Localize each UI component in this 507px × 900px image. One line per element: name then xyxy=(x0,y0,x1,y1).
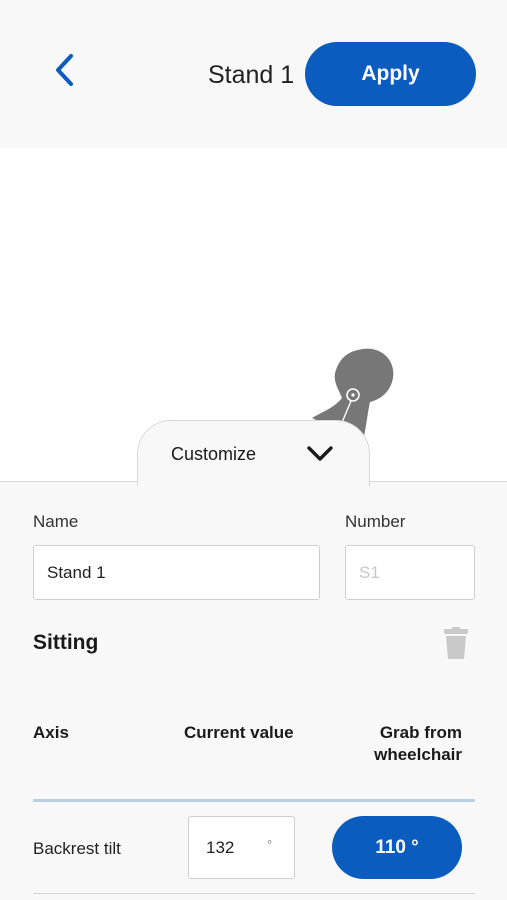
apply-button[interactable]: Apply xyxy=(305,42,476,106)
number-label: Number xyxy=(345,512,406,531)
current-value-input[interactable] xyxy=(189,817,259,878)
name-field[interactable] xyxy=(33,545,320,600)
degree-unit: ° xyxy=(267,837,273,852)
customize-toggle[interactable]: Customize xyxy=(137,420,370,486)
page-title: Stand 1 xyxy=(208,61,295,89)
back-button[interactable] xyxy=(44,50,84,90)
column-header-axis: Axis xyxy=(33,723,69,742)
column-header-grab: Grab from wheelchair xyxy=(332,722,462,766)
section-title: Sitting xyxy=(33,631,99,654)
customize-label: Customize xyxy=(171,444,257,464)
chevron-down-icon xyxy=(307,446,333,461)
column-header-grab-line1: Grab from xyxy=(379,723,462,742)
current-value-field[interactable]: ° xyxy=(188,816,295,879)
top-bar: Stand 1 Apply xyxy=(0,0,507,148)
number-field[interactable] xyxy=(345,545,475,600)
trash-icon[interactable] xyxy=(440,627,472,661)
table-header-divider xyxy=(33,799,475,802)
row-divider xyxy=(33,893,475,894)
row-axis-label: Backrest tilt xyxy=(33,839,121,858)
column-header-current-value: Current value xyxy=(184,723,294,742)
column-header-grab-line2: wheelchair xyxy=(374,745,462,764)
chevron-left-icon xyxy=(56,54,73,86)
name-label: Name xyxy=(33,512,79,531)
customize-panel: Name Number Sitting Axis Current value G… xyxy=(0,481,507,900)
screen: Stand 1 Apply Customize Name Number Sitt… xyxy=(0,0,507,900)
grab-from-wheelchair-button[interactable]: 110 ° xyxy=(332,816,462,879)
